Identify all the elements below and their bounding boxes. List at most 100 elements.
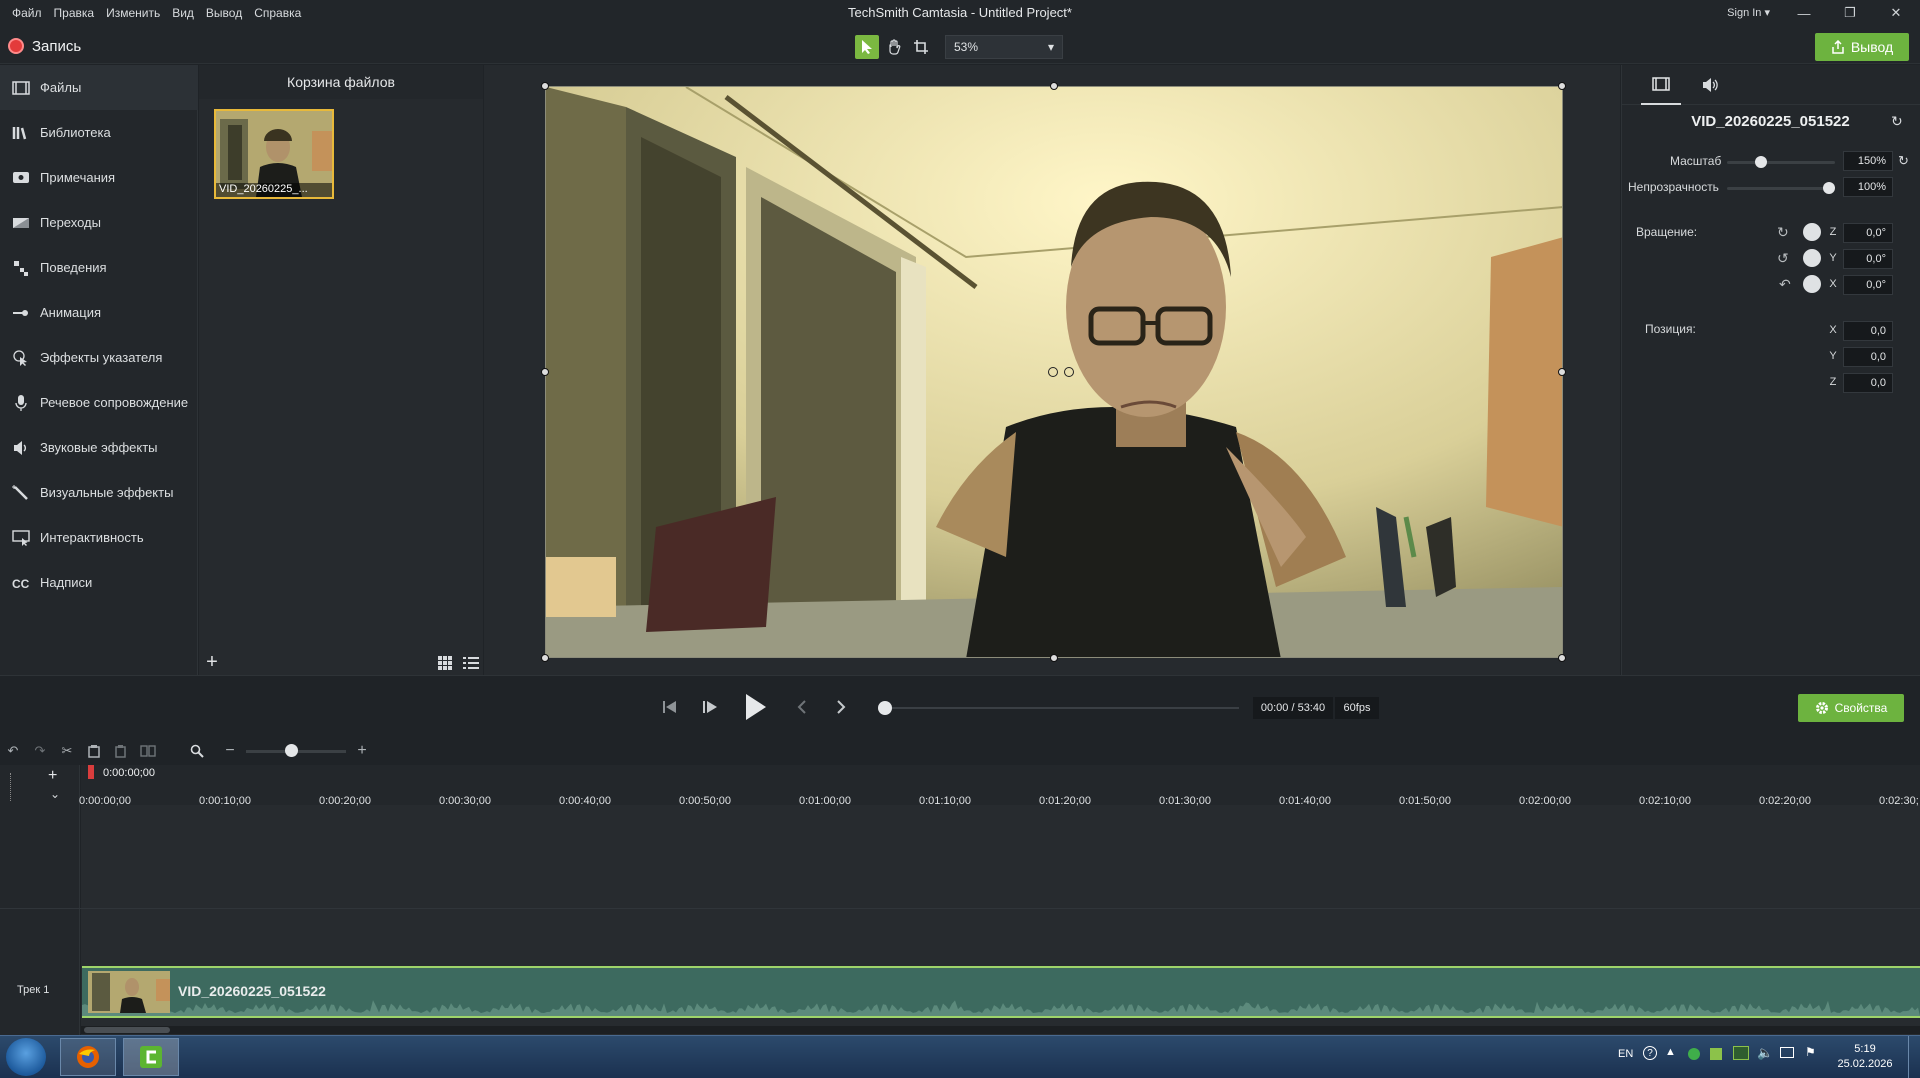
timeline-scrollbar-thumb[interactable] <box>84 1027 170 1033</box>
scale-reset-icon[interactable]: ↻ <box>1898 153 1909 169</box>
crop-tool-button[interactable] <box>909 35 933 59</box>
menu-help[interactable]: Справка <box>248 6 307 20</box>
tab-visual-properties[interactable] <box>1641 65 1681 105</box>
resize-handle[interactable] <box>541 654 549 662</box>
sidebar-item-visual-effects[interactable]: Визуальные эффекты <box>0 470 198 515</box>
zoom-out-icon[interactable]: − <box>220 741 240 761</box>
close-icon[interactable]: ✕ <box>1874 0 1918 26</box>
zoom-dropdown[interactable]: 53% ▾ <box>945 35 1063 59</box>
next-marker-icon[interactable] <box>829 695 853 719</box>
start-button[interactable] <box>6 1038 46 1076</box>
taskbar-camtasia[interactable] <box>123 1038 179 1076</box>
opacity-field[interactable]: 100% <box>1843 177 1893 197</box>
sidebar-item-behaviors[interactable]: Поведения <box>0 245 198 290</box>
export-button[interactable]: Вывод <box>1815 33 1909 61</box>
menu-modify[interactable]: Изменить <box>100 6 166 20</box>
sidebar-item-annotations[interactable]: Примечания <box>0 155 198 200</box>
anchor-point-handle[interactable] <box>1048 367 1058 377</box>
rotation-y-field[interactable]: 0,0° <box>1843 249 1893 269</box>
sidebar-item-media[interactable]: Файлы <box>0 65 198 110</box>
step-forward-icon[interactable] <box>698 695 722 719</box>
position-x-field[interactable]: 0,0 <box>1843 321 1893 341</box>
help-tray-icon[interactable]: ? <box>1643 1046 1657 1060</box>
play-button[interactable] <box>735 690 773 724</box>
rotation-y-dial[interactable] <box>1803 249 1821 267</box>
select-tool-button[interactable] <box>855 35 879 59</box>
undo-icon[interactable]: ↶ <box>3 741 23 761</box>
scale-field[interactable]: 150% <box>1843 151 1893 171</box>
resize-handle[interactable] <box>1050 654 1058 662</box>
rotation-x-field[interactable]: 0,0° <box>1843 275 1893 295</box>
rotation-z-dial[interactable] <box>1803 223 1821 241</box>
properties-button[interactable]: Свойства <box>1798 694 1904 722</box>
rotation-z-field[interactable]: 0,0° <box>1843 223 1893 243</box>
sign-in-button[interactable]: Sign In ▾ <box>1727 0 1770 26</box>
security-tray-icon[interactable] <box>1688 1048 1700 1060</box>
resize-handle[interactable] <box>1558 654 1566 662</box>
display-tray-icon[interactable] <box>1780 1047 1794 1058</box>
sidebar-item-voice-narration[interactable]: Речевое сопровождение <box>0 380 198 425</box>
show-desktop-button[interactable] <box>1908 1036 1920 1078</box>
copy-icon[interactable] <box>84 741 104 761</box>
resize-handle[interactable] <box>1558 82 1566 90</box>
reset-icon[interactable]: ↻ <box>1891 113 1903 130</box>
redo-icon[interactable]: ↷ <box>30 741 50 761</box>
sidebar-item-audio-effects[interactable]: Звуковые эффекты <box>0 425 198 470</box>
playhead[interactable] <box>88 765 94 779</box>
sidebar-item-interactivity[interactable]: Интерактивность <box>0 515 198 560</box>
sidebar-item-captions[interactable]: CC Надписи <box>0 560 198 605</box>
chevron-down-icon[interactable]: ⌄ <box>50 787 60 801</box>
menu-view[interactable]: Вид <box>166 6 200 20</box>
keyboard-language[interactable]: EN <box>1618 1048 1633 1060</box>
opacity-slider-track[interactable] <box>1727 187 1835 190</box>
cut-icon[interactable]: ✂ <box>57 741 77 761</box>
nvidia-tray-icon[interactable] <box>1733 1046 1749 1060</box>
menu-file[interactable]: Файл <box>6 6 48 20</box>
playback-scrubber-knob[interactable] <box>878 701 892 715</box>
timeline-scrollbar[interactable] <box>81 1026 1920 1034</box>
rotation-handle[interactable] <box>1064 367 1074 377</box>
taskbar-clock[interactable]: 5:19 25.02.2026 <box>1830 1042 1900 1072</box>
sidebar-item-transitions[interactable]: Переходы <box>0 200 198 245</box>
timeline-zoom-knob[interactable] <box>285 744 298 757</box>
menu-edit[interactable]: Правка <box>48 6 101 20</box>
timeline-clip[interactable] <box>82 966 1920 1018</box>
zoom-in-icon[interactable]: + <box>352 741 372 761</box>
taskbar-firefox[interactable] <box>60 1038 116 1076</box>
resize-handle[interactable] <box>541 82 549 90</box>
magnet-icon[interactable] <box>10 773 16 801</box>
flag-tray-icon[interactable]: ⚑ <box>1805 1045 1816 1059</box>
split-icon[interactable] <box>138 741 158 761</box>
volume-tray-icon[interactable]: 🔈 <box>1757 1045 1773 1061</box>
sidebar-item-animation[interactable]: Анимация <box>0 290 198 335</box>
zoom-search-icon[interactable] <box>187 741 207 761</box>
paste-icon[interactable] <box>110 741 130 761</box>
sidebar-item-library[interactable]: Библиотека <box>0 110 198 155</box>
sidebar-item-cursor-effects[interactable]: Эффекты указателя <box>0 335 198 380</box>
resize-handle[interactable] <box>541 368 549 376</box>
scale-slider-knob[interactable] <box>1755 156 1767 168</box>
restore-icon[interactable]: ❐ <box>1828 0 1872 26</box>
app-tray-icon[interactable] <box>1710 1048 1722 1060</box>
grid-view-icon[interactable] <box>436 654 454 672</box>
resize-handle[interactable] <box>1050 82 1058 90</box>
step-back-icon[interactable] <box>658 695 682 719</box>
list-view-icon[interactable] <box>462 654 480 672</box>
position-y-field[interactable]: 0,0 <box>1843 347 1893 367</box>
position-z-field[interactable]: 0,0 <box>1843 373 1893 393</box>
timeline-ruler[interactable]: 0:00:00;00 0:00:10;00 0:00:20;00 0:00:30;00… <box>79 765 1920 807</box>
network-tray-icon[interactable]: ▲ <box>1665 1046 1676 1058</box>
tab-audio-properties[interactable] <box>1691 65 1731 105</box>
previous-marker-icon[interactable] <box>790 695 814 719</box>
playback-scrubber-track[interactable] <box>884 707 1239 709</box>
minimize-icon[interactable]: — <box>1782 0 1826 26</box>
add-media-button[interactable]: + <box>200 650 224 674</box>
pan-tool-button[interactable] <box>882 35 906 59</box>
opacity-slider-knob[interactable] <box>1823 182 1835 194</box>
add-track-button[interactable]: + <box>48 767 57 785</box>
menu-export[interactable]: Вывод <box>200 6 248 20</box>
rotation-x-dial[interactable] <box>1803 275 1821 293</box>
resize-handle[interactable] <box>1558 368 1566 376</box>
record-button[interactable]: Запись <box>8 34 81 58</box>
scale-slider-track[interactable] <box>1727 161 1835 164</box>
